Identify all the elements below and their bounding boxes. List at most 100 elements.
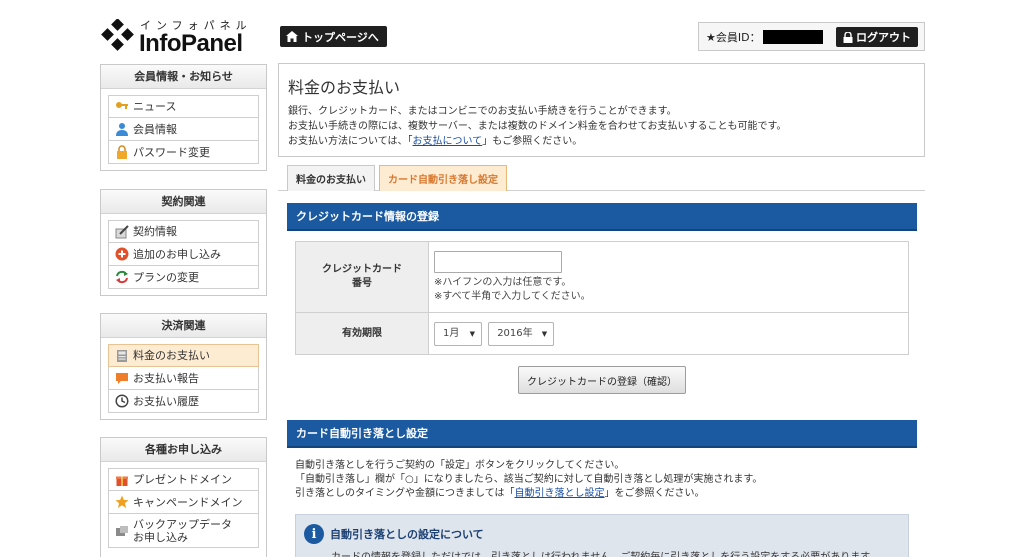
intro-line-3: お支払い方法については、「お支払について」もご参照ください。	[288, 134, 915, 149]
auto-debit-section-header: カード自動引き落とし設定	[287, 420, 917, 448]
lock-icon	[843, 31, 853, 43]
logout-label: ログアウト	[856, 31, 911, 44]
add-circle-icon	[115, 247, 129, 261]
expiry-year-value: 2016年	[497, 327, 533, 339]
star-icon	[115, 495, 129, 508]
tab-payment[interactable]: 料金のお支払い	[287, 165, 375, 191]
sidebar-item-label: パスワード変更	[133, 145, 210, 159]
auto-line-3-post: 」をご参照ください。	[604, 488, 705, 499]
auto-line-3: 引き落としのタイミングや金額につきましては「自動引き落とし設定」をご参照ください…	[295, 487, 762, 501]
tab-auto-debit[interactable]: カード自動引き落し設定	[379, 165, 507, 191]
sidebar-group-title: 決済関連	[101, 314, 266, 338]
sidebar-item-member-info[interactable]: 会員情報	[108, 118, 259, 141]
expiry-label: 有効期限	[295, 312, 429, 355]
auto-debit-settings-link[interactable]: 自動引き落とし設定	[515, 488, 605, 499]
gift-icon	[116, 476, 128, 486]
auto-line-3-pre: 引き落としのタイミングや金額につきましては「	[295, 488, 515, 499]
sidebar-item-label: プランの変更	[133, 270, 199, 284]
sidebar-item-label: プレゼントドメイン	[133, 473, 232, 486]
expiry-month-select[interactable]: 1月 ▼	[434, 321, 482, 346]
auto-line-1: 自動引き落としを行うご契約の「設定」ボタンをクリックしてください。	[295, 460, 625, 471]
sidebar-group-title: 各種お申し込み	[101, 438, 266, 462]
server-icon	[116, 525, 128, 536]
top-page-label: トップページへ	[302, 30, 379, 44]
sidebar-item-backup-data[interactable]: バックアップデータ お申し込み	[108, 514, 259, 548]
card-label-line-2: 番号	[352, 278, 372, 289]
sidebar-item-label: 会員情報	[133, 122, 177, 136]
cc-section-header: クレジットカード情報の登録	[287, 203, 917, 231]
auto-debit-description: 自動引き落としを行うご契約の「設定」ボタンをクリックしてください。 「自動引き落…	[295, 459, 762, 501]
expiry-month-value: 1月	[443, 327, 460, 339]
info-icon: i	[304, 524, 324, 544]
intro-line-3-post: 」もご参照ください。	[482, 136, 583, 147]
intro-line-1: 銀行、クレジットカード、またはコンビニでのお支払い手続きを行うことができます。	[288, 106, 677, 117]
notice-title-row: i 自動引き落としの設定について	[304, 524, 900, 544]
member-id-label: ★会員ID：	[706, 30, 761, 44]
sidebar-item-add-order[interactable]: 追加のお申し込み	[108, 243, 259, 266]
sidebar-group-payment: 決済関連 料金のお支払い お支払い報告 お支払い履歴	[100, 313, 267, 420]
message-icon	[116, 373, 128, 384]
card-number-row: クレジットカード 番号 ※ハイフンの入力は任意です。 ※すべて半角で入力してくださ…	[295, 241, 909, 313]
auto-debit-notice: i 自動引き落としの設定について カードの情報を登録しただけでは、引き落としは行…	[295, 514, 909, 557]
sidebar-item-password[interactable]: パスワード変更	[108, 141, 259, 164]
sidebar-item-label: バックアップデータ お申し込み	[133, 518, 232, 544]
sidebar-item-label: 契約情報	[133, 225, 177, 238]
intro-line-3-pre: お支払い方法については、「	[288, 136, 413, 147]
chevron-down-icon: ▼	[541, 329, 548, 338]
top-page-button[interactable]: トップページへ	[280, 26, 387, 47]
sidebar-item-present-domain[interactable]: プレゼントドメイン	[108, 468, 259, 491]
user-icon	[116, 123, 128, 136]
pen-paper-icon	[115, 224, 129, 238]
sidebar-group-title: 契約関連	[101, 190, 266, 214]
payment-method-link[interactable]: お支払について	[413, 136, 483, 147]
sidebar-item-label: 追加のお申し込み	[133, 247, 221, 261]
notice-text: カードの情報を登録しただけでは、引き落としは行われません。ご契約毎に引き落としを…	[304, 548, 900, 557]
calculator-icon	[117, 349, 127, 362]
logo-diamond-icon	[101, 19, 134, 51]
sidebar-item-payment-report[interactable]: お支払い報告	[108, 367, 259, 390]
intro-panel: 料金のお支払い 銀行、クレジットカード、またはコンビニでのお支払い手続きを行うこ…	[278, 63, 925, 157]
intro-line-2: お支払い手続きの際には、複数サーバー、または複数のドメイン料金を合わせてお支払い…	[288, 121, 787, 132]
backup-line-1: バックアップデータ	[133, 517, 232, 531]
auto-line-2: 「自動引き落し」欄が「○」になりましたら、該当ご契約に対して自動引き落とし処理が…	[295, 474, 763, 485]
member-id-redacted	[762, 29, 823, 44]
card-note-1: ※ハイフンの入力は任意です。	[434, 276, 572, 288]
card-number-input[interactable]	[434, 250, 562, 273]
sidebar-item-label: ニュース	[133, 100, 177, 113]
card-label-line-1: クレジットカード	[322, 264, 402, 275]
logout-button[interactable]: ログアウト	[836, 27, 918, 47]
sidebar-item-label: 料金のお支払い	[133, 349, 210, 362]
notice-title: 自動引き落としの設定について	[330, 528, 484, 541]
register-card-confirm-button[interactable]: クレジットカードの登録（確認）	[518, 366, 686, 394]
expiry-row: 有効期限 1月 ▼ 2016年 ▼	[295, 312, 909, 355]
swap-arrows-icon	[116, 270, 128, 284]
sidebar-group-member: 会員情報・お知らせ ニュース 会員情報 パスワード変更	[100, 64, 267, 171]
sidebar-item-label: キャンペーンドメイン	[133, 495, 243, 509]
tab-bar: 料金のお支払い カード自動引き落し設定	[287, 165, 511, 191]
sidebar-item-payment-history[interactable]: お支払い履歴	[108, 390, 259, 413]
backup-line-2: お申し込み	[133, 530, 188, 544]
sidebar-item-news[interactable]: ニュース	[108, 95, 259, 118]
sidebar-item-contract-info[interactable]: 契約情報	[108, 220, 259, 243]
cc-form-table: クレジットカード 番号 ※ハイフンの入力は任意です。 ※すべて半角で入力してくださ…	[295, 241, 909, 355]
padlock-icon	[117, 145, 127, 159]
key-icon	[116, 101, 128, 109]
card-note-2: ※すべて半角で入力してください。	[434, 290, 591, 302]
clock-icon	[115, 394, 129, 408]
chevron-down-icon: ▼	[469, 329, 475, 338]
logo-wordmark: InfoPanel	[139, 30, 243, 57]
sidebar-group-title: 会員情報・お知らせ	[101, 65, 266, 89]
member-info-box: ★会員ID： ログアウト	[698, 22, 925, 51]
page-title: 料金のお支払い	[288, 78, 401, 97]
card-number-label: クレジットカード 番号	[295, 241, 429, 313]
sidebar-group-contract: 契約関連 契約情報 追加のお申し込み プランの変更	[100, 189, 267, 296]
sidebar-item-label: お支払い履歴	[133, 394, 199, 408]
infopanel-logo[interactable]: インフォパネル InfoPanel	[100, 15, 260, 57]
sidebar-item-campaign-domain[interactable]: キャンペーンドメイン	[108, 491, 259, 514]
sidebar-item-label: お支払い報告	[133, 371, 199, 385]
sidebar-item-plan-change[interactable]: プランの変更	[108, 266, 259, 289]
sidebar-item-payment[interactable]: 料金のお支払い	[108, 344, 259, 367]
home-icon	[286, 31, 298, 42]
sidebar-group-applications: 各種お申し込み プレゼントドメイン キャンペーンドメイン バックアップデータ お申…	[100, 437, 267, 557]
expiry-year-select[interactable]: 2016年 ▼	[488, 321, 555, 346]
